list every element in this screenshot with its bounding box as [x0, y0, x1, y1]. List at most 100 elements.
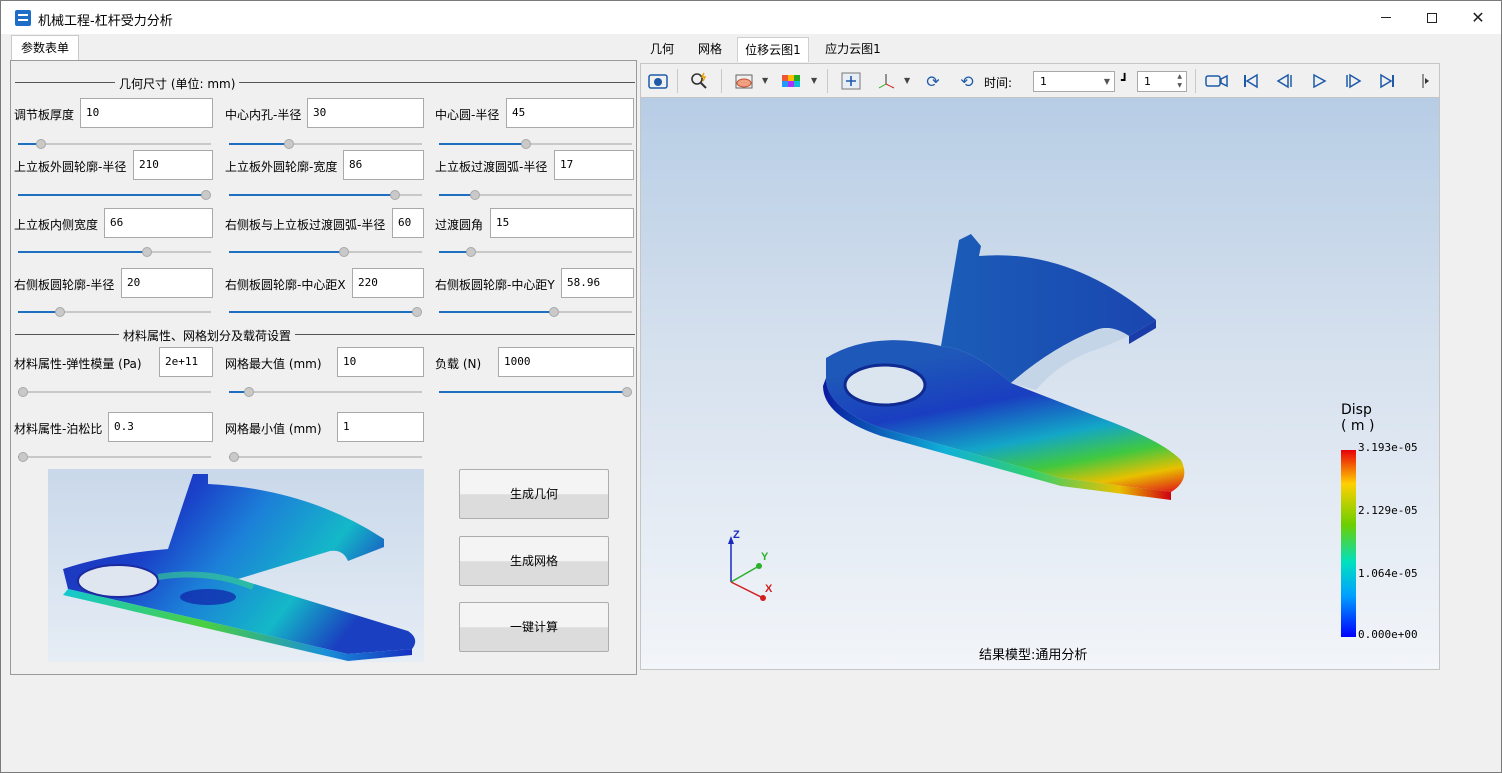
legend-title: Disp ( m ) [1341, 402, 1374, 434]
close-button[interactable]: ✕ [1455, 1, 1501, 34]
tab-geometry[interactable]: 几何 [641, 37, 683, 62]
mesh-min-input[interactable]: 1 [337, 412, 424, 442]
right-center-x-slider[interactable] [229, 306, 422, 318]
tab-mesh[interactable]: 网格 [689, 37, 731, 62]
right-transition-radius-label: 右侧板与上立板过渡圆弧-半径 [225, 218, 386, 232]
right-center-y-input[interactable]: 58.96 [561, 268, 634, 298]
legend-tick-2: 2.129e-05 [1358, 504, 1418, 517]
view-toolbar: ▼ ▼ ▼ ⟳ ⟲ 时间: 1 ▼ ┛ 1 ▲ ▼ [640, 63, 1440, 97]
plate-thickness-input[interactable]: 10 [80, 98, 213, 128]
rotate-left-icon[interactable]: ⟳ [921, 70, 945, 92]
display-mode-dropdown-icon[interactable]: ▼ [762, 76, 768, 85]
geometry-section-header: 几何尺寸 (单位: mm) [15, 75, 635, 92]
close-icon: ✕ [1471, 8, 1485, 27]
center-circle-radius-label: 中心圆-半径 [435, 108, 500, 122]
legend-tick-max: 3.193e-05 [1358, 441, 1418, 454]
zoom-fit-icon[interactable] [687, 70, 711, 92]
right-center-y-slider[interactable] [439, 306, 632, 318]
plate-thickness-slider[interactable] [18, 138, 211, 150]
rotate-right-icon[interactable]: ⟲ [955, 70, 979, 92]
minimize-button[interactable] [1363, 1, 1409, 34]
mesh-max-input[interactable]: 10 [337, 347, 424, 377]
next-frame-icon[interactable] [1341, 70, 1365, 92]
color-cube-icon[interactable] [779, 70, 803, 92]
axis-x-label: X [765, 583, 773, 595]
generate-geometry-button[interactable]: 生成几何 [459, 469, 609, 519]
mesh-max-slider[interactable] [229, 386, 422, 398]
load-label: 负载 (N) [435, 357, 482, 371]
inner-width-label: 上立板内侧宽度 [14, 218, 99, 232]
tab-stress-contour[interactable]: 应力云图1 [817, 37, 889, 62]
chevron-down-icon: ▼ [1103, 77, 1110, 86]
elastic-modulus-label: 材料属性-弹性模量 (Pa) [14, 357, 142, 371]
generate-mesh-button[interactable]: 生成网格 [459, 536, 609, 586]
app-icon [15, 10, 31, 26]
inner-width-input[interactable]: 66 [104, 208, 213, 238]
geometry-section-title: 几何尺寸 (单位: mm) [115, 75, 240, 92]
legend-color-bar [1341, 450, 1356, 637]
poisson-slider[interactable] [18, 451, 211, 463]
fillet-slider[interactable] [439, 246, 632, 258]
right-transition-radius-input[interactable]: 60 [392, 208, 424, 238]
previous-frame-icon[interactable] [1273, 70, 1297, 92]
inner-hole-radius-slider[interactable] [229, 138, 422, 150]
screenshot-icon[interactable] [646, 70, 670, 92]
last-frame-icon[interactable] [1375, 70, 1399, 92]
right-profile-radius-slider[interactable] [18, 306, 211, 318]
axis-y-label: Y [761, 551, 769, 563]
transition-arc-radius-input[interactable]: 17 [554, 150, 634, 180]
time-select[interactable]: 1 ▼ [1033, 71, 1115, 92]
tab-displacement-contour[interactable]: 位移云图1 [737, 37, 809, 62]
title-bar: 机械工程-杠杆受力分析 ✕ [1, 1, 1501, 34]
axis-triad: Z Y X [728, 529, 773, 601]
mesh-min-slider[interactable] [229, 451, 422, 463]
step-spinbox-value: 1 [1144, 75, 1151, 88]
legend-tick-min: 0.000e+00 [1358, 628, 1418, 641]
right-profile-radius-input[interactable]: 20 [121, 268, 213, 298]
outer-profile-radius-slider[interactable] [18, 189, 211, 201]
right-center-x-input[interactable]: 220 [352, 268, 424, 298]
load-slider[interactable] [439, 386, 632, 398]
displacement-3d-view[interactable]: Z Y X Disp ( m ) 3.193e-05 2.129e-05 1.0… [640, 97, 1440, 670]
step-spinbox[interactable]: 1 ▲ ▼ [1137, 71, 1187, 92]
first-frame-icon[interactable] [1239, 70, 1263, 92]
mesh-min-label: 网格最小值 (mm) [225, 422, 322, 436]
time-label: 时间: [984, 76, 1013, 90]
center-circle-radius-slider[interactable] [439, 138, 632, 150]
poisson-input[interactable]: 0.3 [108, 412, 213, 442]
right-center-y-label: 右侧板圆轮廓-中心距Y [435, 278, 555, 292]
expand-toolbar-icon[interactable] [1417, 70, 1435, 92]
right-transition-radius-slider[interactable] [229, 246, 422, 258]
transition-arc-radius-slider[interactable] [439, 189, 632, 201]
right-center-x-label: 右侧板圆轮廓-中心距X [225, 278, 346, 292]
elastic-modulus-input[interactable]: 2e+11 [159, 347, 213, 377]
display-mode-icon[interactable] [733, 70, 757, 92]
step-icon: ┛ [1121, 73, 1129, 87]
outer-profile-width-input[interactable]: 86 [343, 150, 424, 180]
inner-hole-radius-input[interactable]: 30 [307, 98, 424, 128]
elastic-modulus-slider[interactable] [18, 386, 211, 398]
outer-profile-radius-label: 上立板外圆轮廓-半径 [14, 160, 127, 174]
color-dropdown-icon[interactable]: ▼ [811, 76, 817, 85]
right-profile-radius-label: 右侧板圆轮廓-半径 [14, 278, 115, 292]
poisson-label: 材料属性-泊松比 [14, 422, 103, 436]
maximize-button[interactable] [1409, 1, 1455, 34]
outer-profile-width-slider[interactable] [229, 189, 422, 201]
inner-width-slider[interactable] [18, 246, 211, 258]
legend-unit: ( m ) [1341, 418, 1375, 434]
center-circle-radius-input[interactable]: 45 [506, 98, 634, 128]
record-video-icon[interactable] [1205, 70, 1229, 92]
axes-dropdown-icon[interactable]: ▼ [904, 76, 910, 85]
fit-view-icon[interactable] [839, 70, 863, 92]
app-window: 机械工程-杠杆受力分析 ✕ 参数表单 几何尺寸 (单位: mm) 调节板厚度 1… [0, 0, 1502, 773]
mesh-max-label: 网格最大值 (mm) [225, 357, 322, 371]
tab-parameter-form[interactable]: 参数表单 [11, 35, 79, 61]
spin-arrows-icon: ▲ ▼ [1177, 73, 1182, 89]
axes-view-icon[interactable] [875, 70, 899, 92]
compute-button[interactable]: 一键计算 [459, 602, 609, 652]
play-icon[interactable] [1307, 70, 1331, 92]
outer-profile-radius-input[interactable]: 210 [133, 150, 213, 180]
material-section-header: 材料属性、网格划分及载荷设置 [15, 327, 635, 344]
load-input[interactable]: 1000 [498, 347, 634, 377]
fillet-input[interactable]: 15 [490, 208, 634, 238]
